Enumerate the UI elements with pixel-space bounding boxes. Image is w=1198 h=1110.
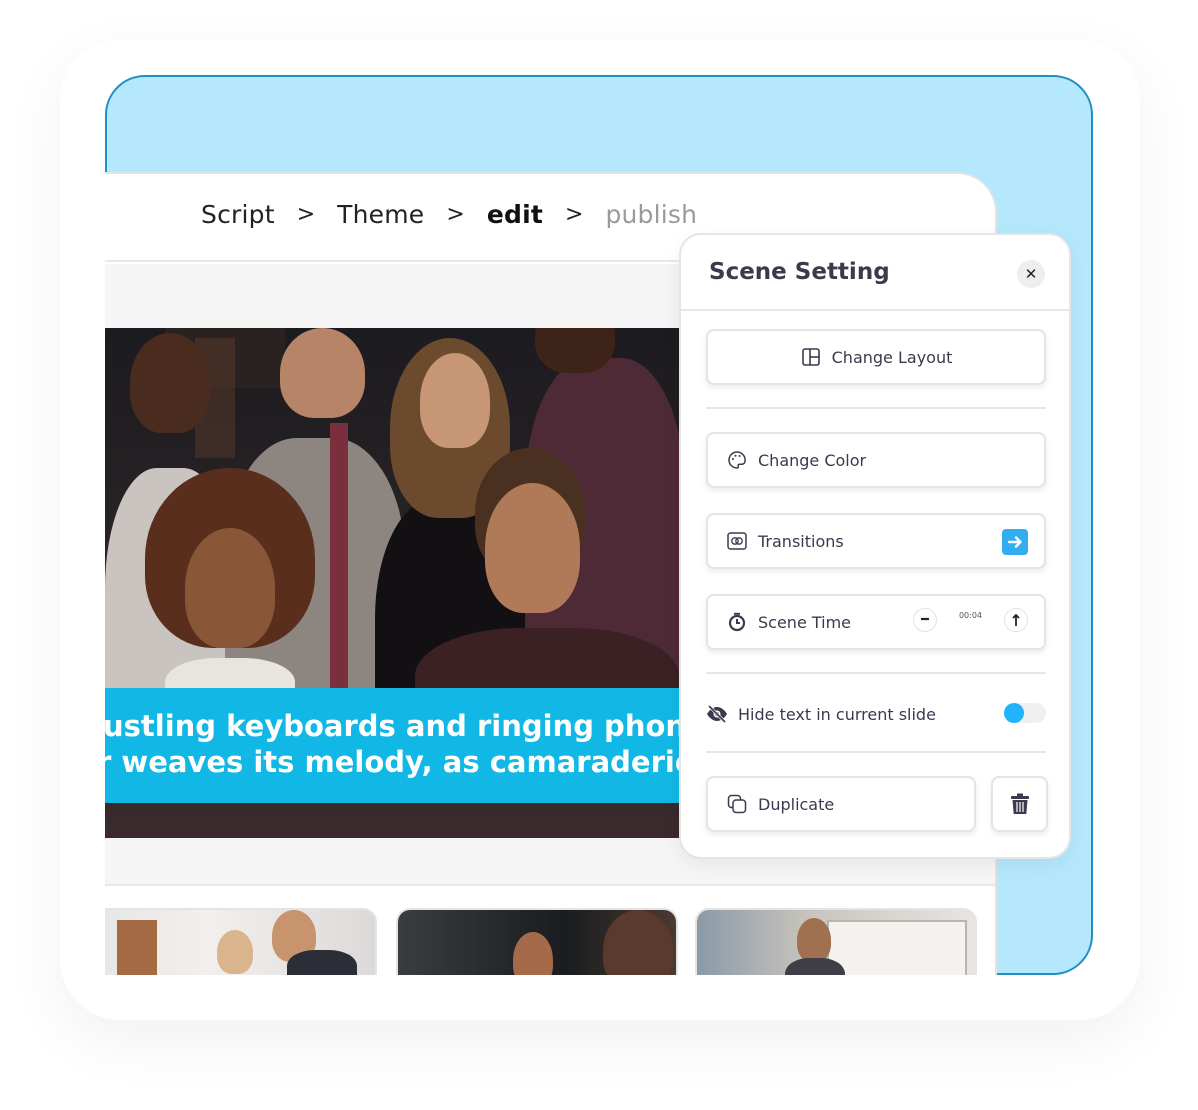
change-layout-label: Change Layout — [831, 347, 953, 367]
scene-time-stepper: 00:04 — [912, 608, 1028, 632]
breadcrumb-publish[interactable]: publish — [605, 200, 697, 229]
minus-icon — [920, 617, 929, 621]
change-color-label: Change Color — [758, 450, 867, 470]
scene-time-label: Scene Time — [758, 612, 852, 632]
change-layout-button[interactable]: Change Layout — [706, 329, 1046, 385]
scene-thumbnail[interactable] — [105, 908, 377, 975]
scene-thumbnail[interactable] — [396, 908, 678, 975]
hide-text-toggle[interactable] — [1004, 703, 1046, 723]
scene-setting-panel: Scene Setting ✕ Change Layout Change Col… — [679, 233, 1071, 859]
toggle-knob — [1004, 703, 1024, 723]
transitions-go-button[interactable] — [1002, 529, 1028, 555]
slide-preview[interactable]: ustling keyboards and ringing phones, r … — [105, 328, 679, 838]
change-color-button[interactable]: Change Color — [706, 432, 1046, 488]
breadcrumb-edit[interactable]: edit — [487, 200, 543, 229]
duplicate-label: Duplicate — [758, 794, 835, 814]
arrow-up-icon — [1012, 613, 1020, 626]
hide-text-label: Hide text in current slide — [738, 704, 936, 724]
delete-button[interactable] — [991, 776, 1048, 832]
eye-slash-icon — [706, 703, 728, 725]
caption-line-2: r weaves its melody, as camaraderie — [105, 745, 679, 779]
palette-icon — [726, 449, 748, 471]
slide-caption[interactable]: ustling keyboards and ringing phones, r … — [105, 688, 679, 803]
scene-thumbnail[interactable] — [695, 908, 977, 975]
scene-time-control: Scene Time 00:04 — [706, 594, 1046, 650]
arrow-right-icon — [1007, 536, 1022, 548]
increment-time-button[interactable] — [1004, 608, 1028, 632]
breadcrumb-separator: > — [565, 202, 584, 227]
breadcrumb: Script > Theme > edit > publish — [201, 200, 697, 229]
duplicate-button[interactable]: Duplicate — [706, 776, 976, 832]
transitions-button[interactable]: Transitions — [706, 513, 1046, 569]
layout-icon — [800, 346, 822, 368]
breadcrumb-theme[interactable]: Theme — [337, 200, 424, 229]
close-button[interactable]: ✕ — [1017, 260, 1045, 288]
panel-header: Scene Setting ✕ — [681, 235, 1069, 311]
trash-icon — [1010, 793, 1029, 814]
breadcrumb-separator: > — [446, 202, 465, 227]
scene-thumbnails — [105, 886, 995, 975]
divider — [706, 407, 1046, 409]
scene-time-value: 00:04 — [958, 610, 982, 620]
caption-line-1: ustling keyboards and ringing phones, — [105, 709, 679, 743]
copy-icon — [726, 793, 748, 815]
stopwatch-icon — [726, 611, 748, 633]
divider — [706, 751, 1046, 753]
decrement-time-button[interactable] — [912, 608, 937, 632]
breadcrumb-script[interactable]: Script — [201, 200, 275, 229]
breadcrumb-separator: > — [296, 202, 316, 227]
transition-icon — [726, 530, 748, 552]
panel-title: Scene Setting — [709, 259, 890, 285]
divider — [706, 672, 1046, 674]
close-icon: ✕ — [1024, 265, 1038, 283]
hide-text-row: Hide text in current slide — [706, 699, 1046, 729]
transitions-label: Transitions — [758, 531, 844, 551]
